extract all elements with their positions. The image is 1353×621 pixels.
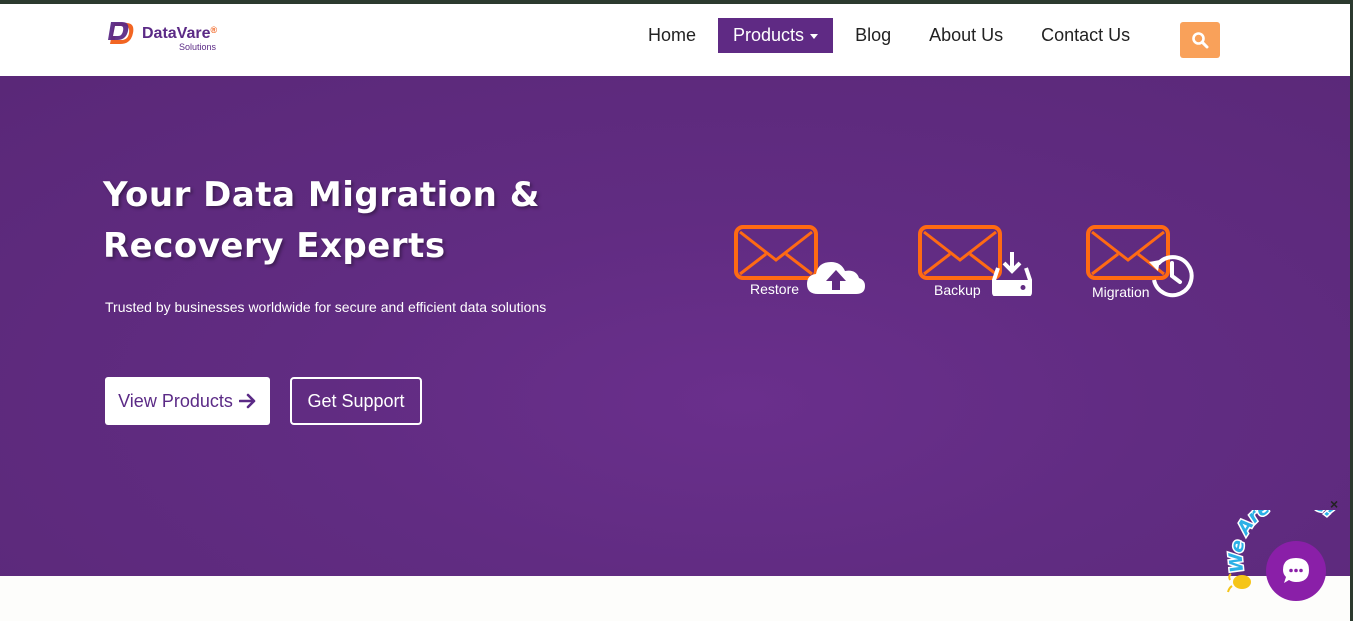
hero-title-line1: Your Data Migration &: [103, 175, 540, 215]
chat-open-button[interactable]: [1266, 541, 1326, 601]
search-icon: [1192, 32, 1209, 49]
history-icon: [1149, 255, 1194, 298]
cloud-upload-icon: [807, 262, 865, 294]
hero-title-line2: Recovery Experts: [103, 226, 446, 266]
site-header: DataVare® Solutions Home Products Blog A…: [0, 4, 1350, 76]
brand-name-text: DataVare: [142, 25, 211, 42]
envelope-icon: [918, 225, 1002, 280]
nav-products-label: Products: [733, 25, 805, 45]
nav-home[interactable]: Home: [632, 18, 712, 53]
view-products-label: View Products: [118, 390, 233, 411]
main-nav: Home Products Blog About Us Contact Us: [632, 18, 1152, 53]
arrow-right-icon: [238, 393, 256, 409]
service-restore-label: Restore: [750, 281, 800, 297]
brand-tagline: Solutions: [179, 42, 217, 52]
hero-subtitle: Trusted by businesses worldwide for secu…: [105, 299, 547, 315]
service-backup-label: Backup: [934, 282, 981, 298]
chat-bubble-icon: [1283, 558, 1309, 583]
service-restore: Restore: [734, 224, 868, 299]
service-backup: Backup: [918, 224, 1032, 298]
get-support-button[interactable]: Get Support: [290, 377, 422, 425]
brand-name: DataVare®: [142, 26, 217, 42]
nav-about-us[interactable]: About Us: [913, 18, 1019, 53]
service-migration: Migration: [1086, 224, 1194, 300]
service-migration-label: Migration: [1092, 284, 1150, 300]
caret-down-icon: [810, 33, 819, 39]
nav-contact-us[interactable]: Contact Us: [1025, 18, 1146, 53]
nav-products[interactable]: Products: [718, 18, 834, 53]
registered-mark: ®: [210, 25, 218, 35]
view-products-button[interactable]: View Products: [105, 377, 270, 425]
waving-hand-icon: [1227, 573, 1251, 593]
download-drive-icon: [992, 252, 1032, 296]
search-button[interactable]: [1180, 22, 1220, 58]
logo-mark-icon: [108, 22, 134, 44]
hero-title: Your Data Migration & Recovery Experts: [103, 170, 623, 272]
logo[interactable]: DataVare® Solutions: [108, 20, 238, 56]
nav-blog[interactable]: Blog: [839, 18, 907, 53]
hero-section: Your Data Migration & Recovery Experts Tr…: [0, 76, 1350, 576]
